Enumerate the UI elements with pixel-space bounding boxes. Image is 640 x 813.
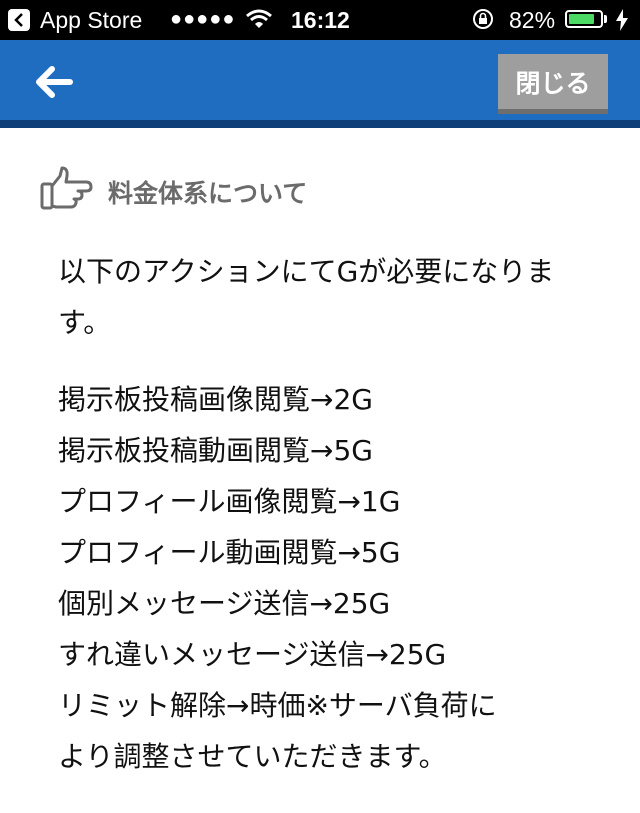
wifi-icon <box>246 8 272 35</box>
status-bar: App Store ●●●●● 16:12 82% <box>0 0 640 40</box>
price-item: 掲示板投稿画像閲覧→2G <box>58 383 373 416</box>
navigation-bar: 閉じる <box>0 40 640 120</box>
price-item: プロフィール動画閲覧→5G <box>58 536 401 569</box>
price-item: 個別メッセージ送信→25G <box>58 587 391 620</box>
back-button[interactable] <box>30 62 86 102</box>
navigation-bar-border <box>0 120 640 128</box>
status-time: 16:12 <box>291 7 350 33</box>
price-item: プロフィール画像閲覧→1G <box>58 485 401 518</box>
battery-level-fill <box>569 14 594 24</box>
price-list: 掲示板投稿画像閲覧→2G 掲示板投稿動画閲覧→5G プロフィール画像閲覧→1G … <box>58 374 588 782</box>
pricing-content: 以下のアクションにてGが必要になります。 掲示板投稿画像閲覧→2G 掲示板投稿動… <box>58 246 588 782</box>
battery-icon <box>565 10 603 28</box>
thumbs-up-pointing-icon <box>40 166 94 218</box>
back-to-app-label[interactable]: App Store <box>40 7 142 34</box>
price-item: より調整させていただきます。 <box>58 740 447 773</box>
battery-percent: 82% <box>509 7 556 33</box>
section-title: 料金体系について <box>108 179 308 208</box>
arrow-left-icon <box>36 66 73 98</box>
charging-bolt-icon <box>616 9 628 37</box>
close-button[interactable]: 閉じる <box>498 54 608 114</box>
battery-nub <box>604 15 607 23</box>
intro-text: 以下のアクションにてGが必要になります。 <box>58 255 555 339</box>
rotation-lock-icon <box>472 8 494 36</box>
price-item: 掲示板投稿動画閲覧→5G <box>58 434 373 467</box>
signal-strength-icon: ●●●●● <box>170 8 236 30</box>
price-item: すれ違いメッセージ送信→25G <box>58 638 447 671</box>
back-to-app-icon[interactable] <box>8 9 30 31</box>
price-item: リミット解除→時価※サーバ負荷に <box>58 689 497 722</box>
